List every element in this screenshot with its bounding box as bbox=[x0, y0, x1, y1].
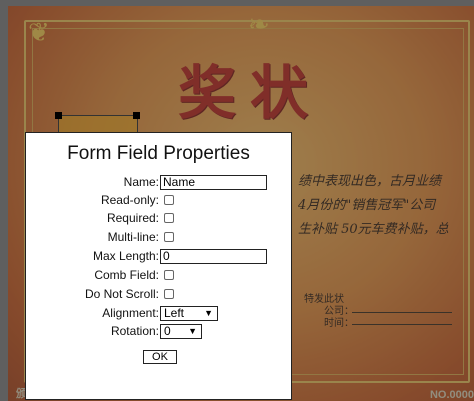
read-only-checkbox[interactable] bbox=[164, 195, 174, 205]
comb-field-checkbox[interactable] bbox=[164, 270, 174, 280]
resize-handle[interactable] bbox=[55, 112, 62, 119]
multi-line-label: Multi-line: bbox=[107, 230, 159, 244]
required-label: Required: bbox=[106, 211, 159, 225]
dialog-title: Form Field Properties bbox=[67, 143, 250, 164]
document-viewer[interactable]: ❦ ❧ 奖状 绩中表现出色，古月业绩 4月份的"销售冠军"公司 生补贴 50元车… bbox=[0, 0, 474, 401]
do-not-scroll-label: Do Not Scroll: bbox=[84, 287, 159, 301]
rotation-value: 0 bbox=[164, 324, 171, 338]
alignment-select[interactable]: Left ▼ bbox=[160, 306, 218, 321]
do-not-scroll-checkbox[interactable] bbox=[164, 289, 174, 299]
rotation-label: Rotation: bbox=[110, 324, 159, 338]
chevron-down-icon: ▼ bbox=[188, 326, 197, 336]
read-only-label: Read-only: bbox=[100, 193, 159, 207]
required-checkbox[interactable] bbox=[164, 213, 174, 223]
chevron-down-icon: ▼ bbox=[204, 308, 213, 318]
comb-field-label: Comb Field: bbox=[94, 268, 159, 282]
alignment-value: Left bbox=[164, 306, 185, 320]
alignment-label: Alignment: bbox=[102, 306, 159, 320]
name-label: Name: bbox=[123, 175, 159, 189]
max-length-input[interactable]: 0 bbox=[160, 249, 267, 264]
multi-line-checkbox[interactable] bbox=[164, 232, 174, 242]
ok-button[interactable]: OK bbox=[143, 350, 177, 364]
form-field-properties-dialog: Form Field Properties Name: Name Read-on… bbox=[25, 132, 292, 400]
resize-handle[interactable] bbox=[133, 112, 140, 119]
max-length-label: Max Length: bbox=[92, 249, 159, 263]
name-input[interactable]: Name bbox=[160, 175, 267, 190]
rotation-select[interactable]: 0 ▼ bbox=[160, 324, 202, 339]
